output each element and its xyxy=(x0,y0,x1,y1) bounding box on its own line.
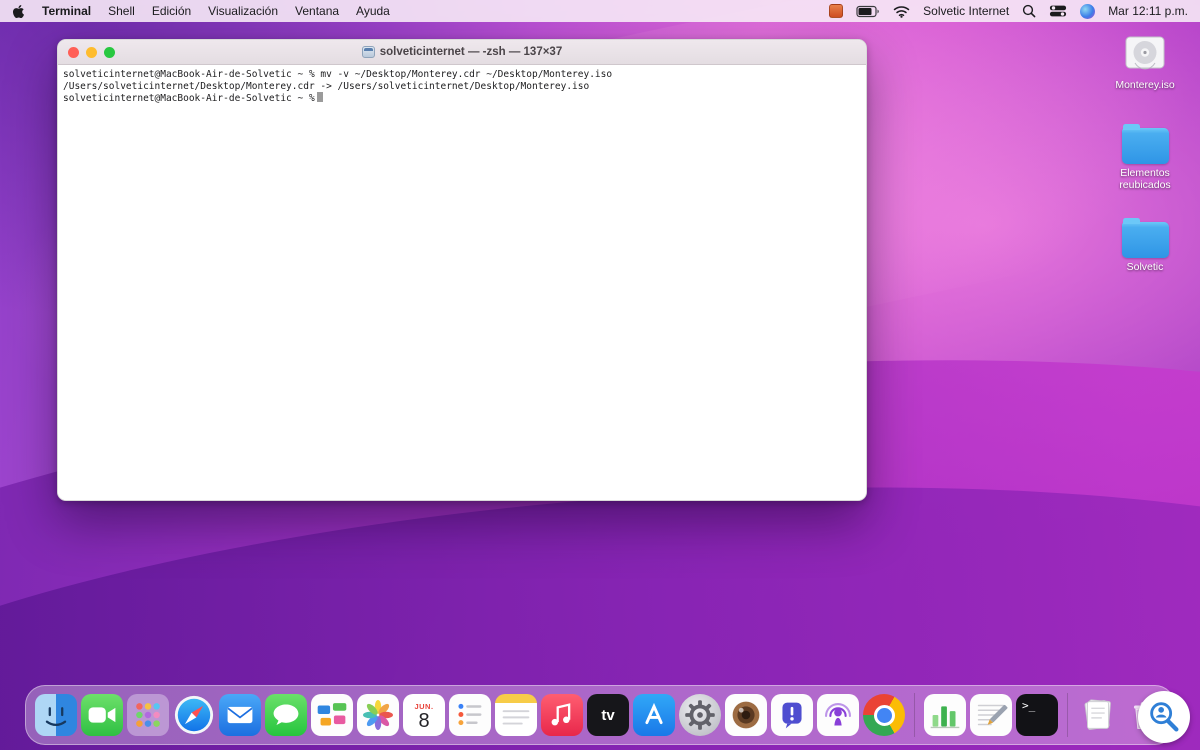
wifi-icon[interactable] xyxy=(893,5,910,18)
feedback-assistant-icon xyxy=(771,694,813,736)
dock-item-reminders[interactable] xyxy=(449,694,491,736)
photos-icon xyxy=(357,694,399,736)
dock-item-photos[interactable] xyxy=(357,694,399,736)
menu-bar: Terminal Shell Edición Visualización Ven… xyxy=(0,0,1200,22)
desktop-icon-monterey-iso[interactable]: Monterey.iso xyxy=(1101,30,1189,91)
terminal-proxy-icon xyxy=(361,46,375,58)
terminal-cursor xyxy=(316,92,323,102)
terminal-content[interactable]: solveticinternet@MacBook-Air-de-Solvetic… xyxy=(58,65,866,500)
terminal-line-output: /Users/solveticinternet/Desktop/Monterey… xyxy=(63,80,590,92)
terminal-prompt-line: solveticinternet@MacBook-Air-de-Solvetic… xyxy=(63,92,861,105)
minimize-button[interactable] xyxy=(86,46,97,58)
dock-item-chrome[interactable] xyxy=(863,694,905,736)
dock-item-messages[interactable] xyxy=(265,694,307,736)
calendar-icon: JUN. 8 xyxy=(403,694,445,736)
window-title-area: solveticinternet — -zsh — 137×37 xyxy=(58,46,866,58)
window-title: solveticinternet — -zsh — 137×37 xyxy=(379,46,563,58)
dock-item-music[interactable] xyxy=(541,694,583,736)
solvetic-watermark xyxy=(1138,691,1190,743)
battery-icon[interactable] xyxy=(856,5,880,18)
menu-bar-status: Solvetic Internet Mar 12:11 p.m. xyxy=(829,3,1188,19)
dock-item-notes[interactable] xyxy=(495,694,537,736)
desktop-icon-label: Monterey.iso xyxy=(1115,79,1175,91)
safari-icon xyxy=(173,694,215,736)
siri-icon[interactable] xyxy=(1080,3,1096,19)
textedit-icon xyxy=(970,694,1012,736)
dock-item-photo-booth[interactable] xyxy=(725,694,767,736)
dock-item-feedback-assistant[interactable] xyxy=(771,694,813,736)
dock-item-apple-tv[interactable]: tv xyxy=(587,694,629,736)
dock-item-safari[interactable] xyxy=(173,694,215,736)
dock-item-mission-control[interactable] xyxy=(311,694,353,736)
menu-clock[interactable]: Mar 12:11 p.m. xyxy=(1108,4,1188,18)
dock: JUN. 8 tv >_ xyxy=(25,685,1175,745)
downloads-stack-icon xyxy=(1077,694,1119,736)
dock-item-finder[interactable] xyxy=(35,694,77,736)
menu-visualizacion[interactable]: Visualización xyxy=(208,4,278,18)
window-controls xyxy=(68,46,115,58)
mail-icon xyxy=(219,694,261,736)
notes-icon xyxy=(495,694,537,736)
recording-indicator-icon[interactable] xyxy=(829,4,844,18)
dock-divider xyxy=(914,693,915,737)
dock-item-numbers[interactable] xyxy=(924,694,966,736)
menu-ventana[interactable]: Ventana xyxy=(295,4,339,18)
terminal-window: solveticinternet — -zsh — 137×37 solveti… xyxy=(57,39,867,501)
dock-item-facetime[interactable] xyxy=(81,694,123,736)
numbers-icon xyxy=(924,694,966,736)
calendar-day-label: 8 xyxy=(418,709,430,732)
apple-tv-label: tv xyxy=(601,706,615,724)
desktop-icon-solvetic[interactable]: Solvetic xyxy=(1101,218,1189,273)
desktop-icon-label: Solvetic xyxy=(1126,261,1164,273)
zoom-button[interactable] xyxy=(104,46,115,58)
podcasts-icon xyxy=(817,694,859,736)
folder-icon xyxy=(1121,218,1169,258)
apple-tv-icon: tv xyxy=(587,694,629,736)
desktop-icon-label: Elementos reubicados xyxy=(1119,167,1171,191)
launchpad-icon xyxy=(127,694,169,736)
menu-shell[interactable]: Shell xyxy=(108,4,135,18)
dock-item-terminal[interactable]: >_ xyxy=(1016,694,1058,736)
apple-menu-icon[interactable] xyxy=(12,4,25,19)
terminal-prompt: solveticinternet@MacBook-Air-de-Solvetic… xyxy=(63,93,315,104)
folder-icon xyxy=(1121,124,1169,164)
spotlight-icon[interactable] xyxy=(1022,4,1036,18)
terminal-glyph: >_ xyxy=(1022,699,1036,712)
close-button[interactable] xyxy=(68,46,79,58)
app-store-icon xyxy=(633,694,675,736)
system-preferences-icon xyxy=(679,694,721,736)
dock-item-app-store[interactable] xyxy=(633,694,675,736)
terminal-titlebar[interactable]: solveticinternet — -zsh — 137×37 xyxy=(58,40,866,65)
messages-icon xyxy=(265,694,307,736)
dock-item-podcasts[interactable] xyxy=(817,694,859,736)
dock-item-downloads[interactable] xyxy=(1077,694,1119,736)
disk-image-icon xyxy=(1121,30,1169,76)
chrome-icon xyxy=(863,694,905,736)
dock-item-launchpad[interactable] xyxy=(127,694,169,736)
dock-item-system-preferences[interactable] xyxy=(679,694,721,736)
network-name[interactable]: Solvetic Internet xyxy=(923,4,1009,18)
finder-icon xyxy=(35,694,77,736)
menu-edicion[interactable]: Edición xyxy=(152,4,191,18)
facetime-icon xyxy=(81,694,123,736)
dock-item-mail[interactable] xyxy=(219,694,261,736)
desktop-icon-elementos-reubicados[interactable]: Elementos reubicados xyxy=(1101,124,1189,191)
terminal-line-command: solveticinternet@MacBook-Air-de-Solvetic… xyxy=(63,69,613,80)
music-icon xyxy=(541,694,583,736)
menu-app-name[interactable]: Terminal xyxy=(42,4,91,18)
menu-ayuda[interactable]: Ayuda xyxy=(356,4,390,18)
dock-divider xyxy=(1067,693,1068,737)
reminders-icon xyxy=(449,694,491,736)
terminal-dock-icon: >_ xyxy=(1016,694,1058,736)
control-center-icon[interactable] xyxy=(1049,4,1067,18)
photo-booth-icon xyxy=(725,694,767,736)
mission-control-icon xyxy=(311,694,353,736)
dock-item-textedit[interactable] xyxy=(970,694,1012,736)
dock-item-calendar[interactable]: JUN. 8 xyxy=(403,694,445,736)
menu-bar-left: Terminal Shell Edición Visualización Ven… xyxy=(12,4,390,19)
